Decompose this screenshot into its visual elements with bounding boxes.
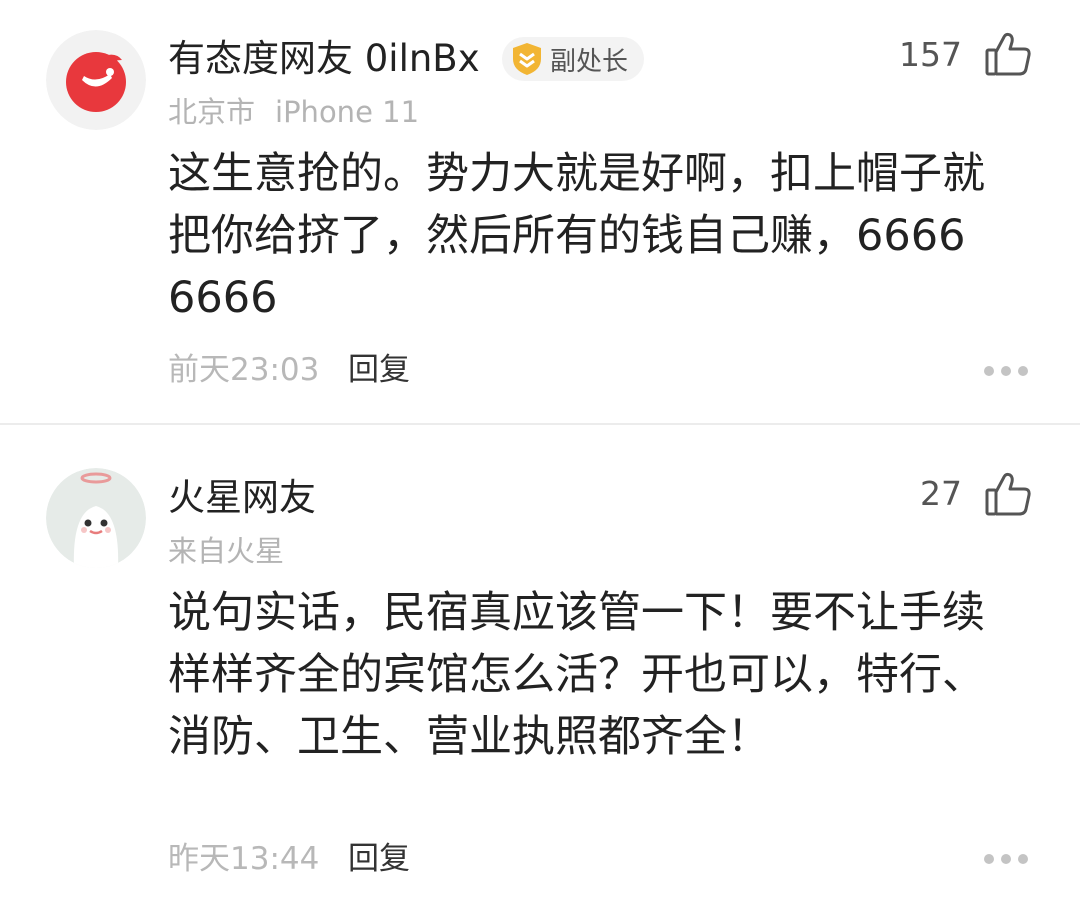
- reply-button[interactable]: 回复: [348, 352, 410, 388]
- location-text: 北京市: [168, 95, 256, 129]
- reply-button[interactable]: 回复: [348, 841, 410, 877]
- thumbs-up-icon[interactable]: [982, 468, 1034, 520]
- mars-alien-icon: [46, 468, 146, 568]
- rank-badge: 副处长: [502, 37, 645, 81]
- more-options-icon[interactable]: [980, 848, 1032, 868]
- location-line: 来自火星: [168, 534, 284, 568]
- comment-text: 这生意抢的。势力大就是好啊，扣上帽子就把你给挤了，然后所有的钱自己赚，66666…: [168, 149, 985, 323]
- comment-time: 昨天13:44: [168, 841, 320, 877]
- like-count: 27: [920, 474, 962, 513]
- avatar[interactable]: [46, 468, 146, 568]
- badge-label: 副处长: [550, 46, 629, 77]
- comment-text: 说句实话，民宿真应该管一下！要不让手续样样齐全的宾馆怎么活？开也可以，特行、消防…: [168, 588, 985, 762]
- comment-item: 有态度网友 0ilnBx 副处长 北京市 iPhone 11 这生意抢的。势力大就…: [0, 0, 1080, 424]
- thumbs-up-icon[interactable]: [982, 28, 1034, 80]
- comment-item: 火星网友 来自火星 说句实话，民宿真应该管一下！要不让手续样样齐全的宾馆怎么活？…: [0, 426, 1080, 899]
- comment-divider: [0, 423, 1080, 425]
- comment-time: 前天23:03: [168, 352, 320, 388]
- like-count: 157: [899, 35, 962, 74]
- netease-logo-icon: [46, 30, 146, 130]
- username[interactable]: 有态度网友 0ilnBx: [168, 37, 480, 81]
- device-text: iPhone 11: [275, 95, 420, 129]
- location-text: 来自火星: [168, 534, 285, 568]
- avatar[interactable]: [46, 30, 146, 130]
- shield-badge-icon: [513, 43, 541, 75]
- location-line: 北京市 iPhone 11: [168, 95, 419, 129]
- username[interactable]: 火星网友: [168, 476, 316, 520]
- more-options-icon[interactable]: [980, 360, 1032, 380]
